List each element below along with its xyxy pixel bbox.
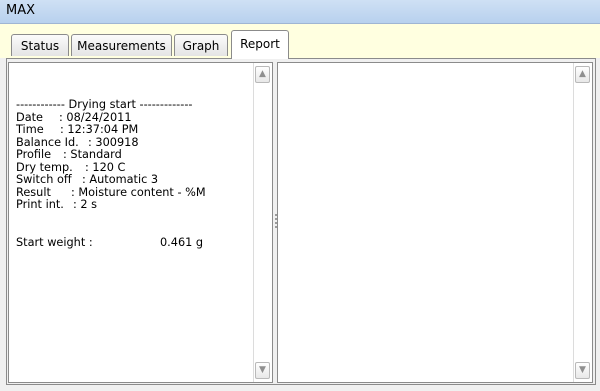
report-row-balance-id: Balance Id. : 300918 bbox=[16, 135, 139, 149]
tab-graph[interactable]: Graph bbox=[174, 34, 228, 56]
tab-measurements[interactable]: Measurements bbox=[71, 34, 172, 56]
report-panel: ------------ Drying start ------------- … bbox=[6, 58, 596, 385]
report-scrollbar[interactable]: ▲ ▼ bbox=[253, 63, 272, 382]
scroll-down-icon[interactable]: ▼ bbox=[575, 362, 590, 379]
tab-status[interactable]: Status bbox=[11, 34, 69, 56]
report-row-print-int: Print int. : 2 s bbox=[16, 198, 98, 211]
report-text-pane[interactable]: ------------ Drying start ------------- … bbox=[8, 62, 273, 383]
tab-strip: Status Measurements Graph Report bbox=[0, 24, 600, 59]
scroll-down-icon[interactable]: ▼ bbox=[255, 362, 270, 379]
report-text: ------------ Drying start ------------- … bbox=[16, 98, 251, 249]
report-row-profile: Profile : Standard bbox=[16, 148, 122, 161]
scroll-up-icon[interactable]: ▲ bbox=[575, 66, 590, 83]
report-row-start-weight: Start weight : 0.461 g bbox=[16, 235, 204, 249]
report-row-time: Time : 12:37:04 PM bbox=[16, 123, 139, 136]
scroll-up-icon[interactable]: ▲ bbox=[255, 66, 270, 83]
report-header: ------------ Drying start ------------- bbox=[16, 98, 193, 111]
window-title: MAX bbox=[6, 3, 36, 18]
report-row-switch-off: Switch off : Automatic 3 bbox=[16, 173, 159, 186]
secondary-scrollbar[interactable]: ▲ ▼ bbox=[573, 63, 592, 382]
tab-report[interactable]: Report bbox=[231, 30, 289, 59]
secondary-pane[interactable]: ▲ ▼ bbox=[277, 62, 593, 383]
title-bar: MAX bbox=[0, 0, 600, 24]
